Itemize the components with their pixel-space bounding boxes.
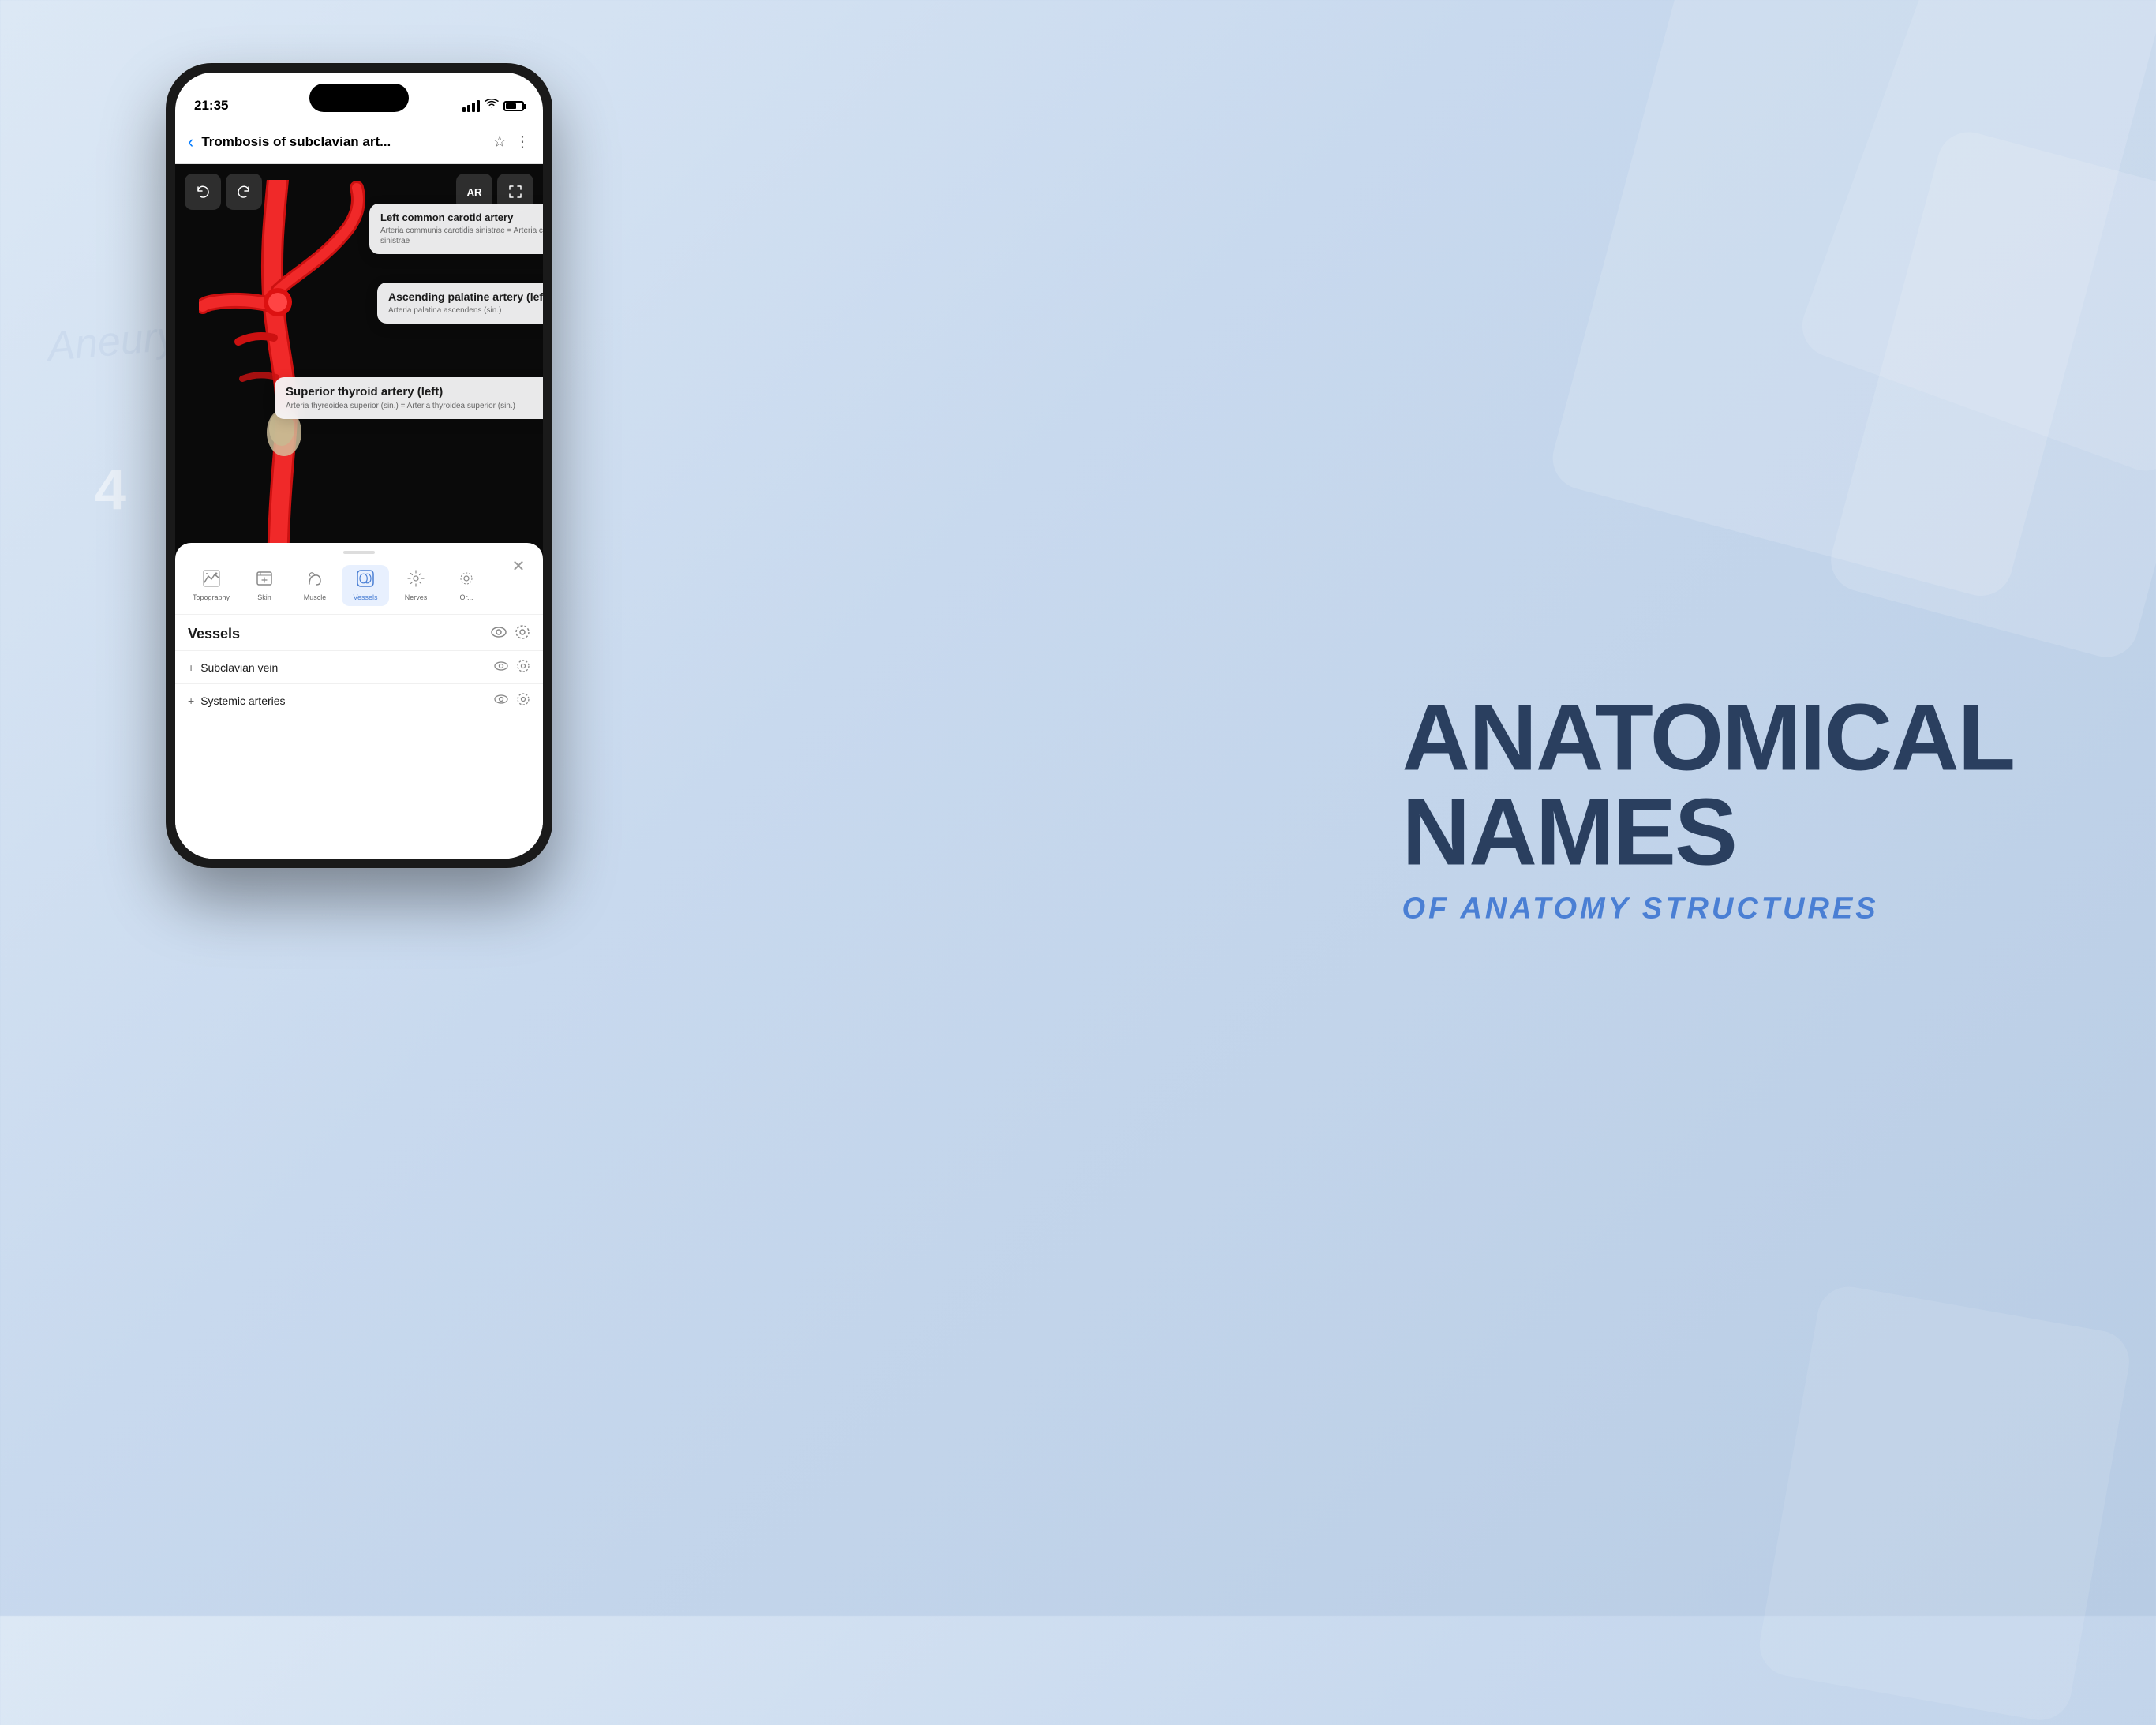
- tab-topography-label: Topography: [193, 593, 230, 601]
- phone-screen: 21:35: [175, 73, 543, 859]
- list-item-icons-2: [494, 692, 530, 709]
- vessels-icon: [357, 570, 374, 591]
- list-item[interactable]: + Subclavian vein: [175, 650, 543, 683]
- tooltip-card-1: Left common carotid artery Arteria commu…: [369, 204, 543, 254]
- category-tabs: Topography Skin: [175, 565, 543, 615]
- settings-icon[interactable]: [515, 624, 530, 644]
- item-visibility-icon-2[interactable]: [494, 692, 508, 709]
- right-text-block: ANATOMICAL NAMES OF ANATOMY STRUCTURES: [1402, 690, 2014, 926]
- section-title-text: Vessels: [188, 626, 240, 642]
- nerves-icon: [407, 570, 425, 591]
- sheet-handle: [343, 551, 375, 554]
- main-title-line1: ANATOMICAL: [1402, 690, 2014, 785]
- dynamic-island: [309, 84, 409, 112]
- tooltip-2-subtitle: Arteria palatina ascendens (sin.): [388, 305, 543, 316]
- item-settings-icon-2[interactable]: [516, 692, 530, 709]
- bg-shape-1: [1546, 0, 2156, 603]
- battery-icon: [503, 101, 524, 111]
- topography-icon: [203, 570, 220, 591]
- phone-frame: 21:35: [166, 63, 552, 868]
- item-settings-icon-1[interactable]: [516, 659, 530, 675]
- tab-topography[interactable]: Topography: [185, 565, 238, 606]
- phone-container: 21:35: [166, 63, 552, 868]
- bg-shape-3: [1794, 0, 2156, 480]
- page-title: Trombosis of subclavian art...: [201, 134, 485, 150]
- expand-icon-2: +: [188, 694, 194, 707]
- tab-organs-label: Or...: [460, 593, 473, 601]
- visibility-icon[interactable]: [491, 624, 507, 644]
- muscle-icon: [306, 570, 324, 591]
- bottom-sheet: ✕ Topography: [175, 543, 543, 859]
- bg-shape-2: [1824, 125, 2156, 664]
- tooltip-1-subtitle: Arteria communis carotidis sinistrae = A…: [380, 226, 543, 246]
- section-icons: [491, 624, 530, 644]
- tooltip-3-subtitle: Arteria thyreoidea superior (sin.) = Art…: [286, 401, 543, 411]
- close-button[interactable]: ✕: [507, 554, 530, 578]
- skin-icon: [256, 570, 273, 591]
- tab-muscle[interactable]: Muscle: [291, 565, 339, 606]
- tooltip-card-3: Superior thyroid artery (left) Arteria t…: [275, 377, 543, 419]
- tab-organs[interactable]: Or...: [443, 565, 490, 606]
- tab-skin[interactable]: Skin: [241, 565, 288, 606]
- sub-title: OF ANATOMY STRUCTURES: [1402, 892, 2014, 926]
- bg-number: 4: [95, 458, 126, 522]
- item-visibility-icon-1[interactable]: [494, 659, 508, 675]
- organs-icon: [458, 570, 475, 591]
- section-title: Vessels: [175, 615, 543, 650]
- battery-fill: [506, 103, 516, 109]
- undo-button[interactable]: [185, 174, 221, 210]
- status-icons: [462, 99, 524, 114]
- tab-nerves[interactable]: Nerves: [392, 565, 440, 606]
- main-title-line2: NAMES: [1402, 785, 2014, 880]
- favorite-button[interactable]: ☆: [492, 132, 507, 152]
- tooltip-1-title: Left common carotid artery: [380, 211, 543, 223]
- list-item-name-2: Systemic arteries: [200, 694, 494, 707]
- expand-icon: +: [188, 661, 194, 674]
- tooltip-3-title: Superior thyroid artery (left): [286, 385, 543, 399]
- list-item-name-1: Subclavian vein: [200, 661, 494, 674]
- bg-shape-4: [1755, 1282, 2135, 1725]
- tab-vessels-label: Vessels: [354, 593, 378, 601]
- signal-icon: [462, 100, 480, 112]
- tab-nerves-label: Nerves: [405, 593, 428, 601]
- list-item-2[interactable]: + Systemic arteries: [175, 683, 543, 717]
- nav-bar: ‹ Trombosis of subclavian art... ☆ ⋮: [175, 120, 543, 164]
- status-time: 21:35: [194, 98, 228, 114]
- list-item-icons-1: [494, 659, 530, 675]
- tooltip-2-title: Ascending palatine artery (left): [388, 290, 543, 303]
- tab-skin-label: Skin: [257, 593, 271, 601]
- back-button[interactable]: ‹: [188, 132, 193, 152]
- tab-muscle-label: Muscle: [304, 593, 327, 601]
- 3d-view[interactable]: AR: [175, 164, 543, 606]
- tab-vessels[interactable]: Vessels: [342, 565, 389, 606]
- redo-button[interactable]: [226, 174, 262, 210]
- view-controls-left: [185, 174, 262, 210]
- more-button[interactable]: ⋮: [515, 132, 530, 152]
- wifi-icon: [485, 99, 499, 114]
- tooltip-card-2: Ascending palatine artery (left) Arteria…: [377, 283, 543, 324]
